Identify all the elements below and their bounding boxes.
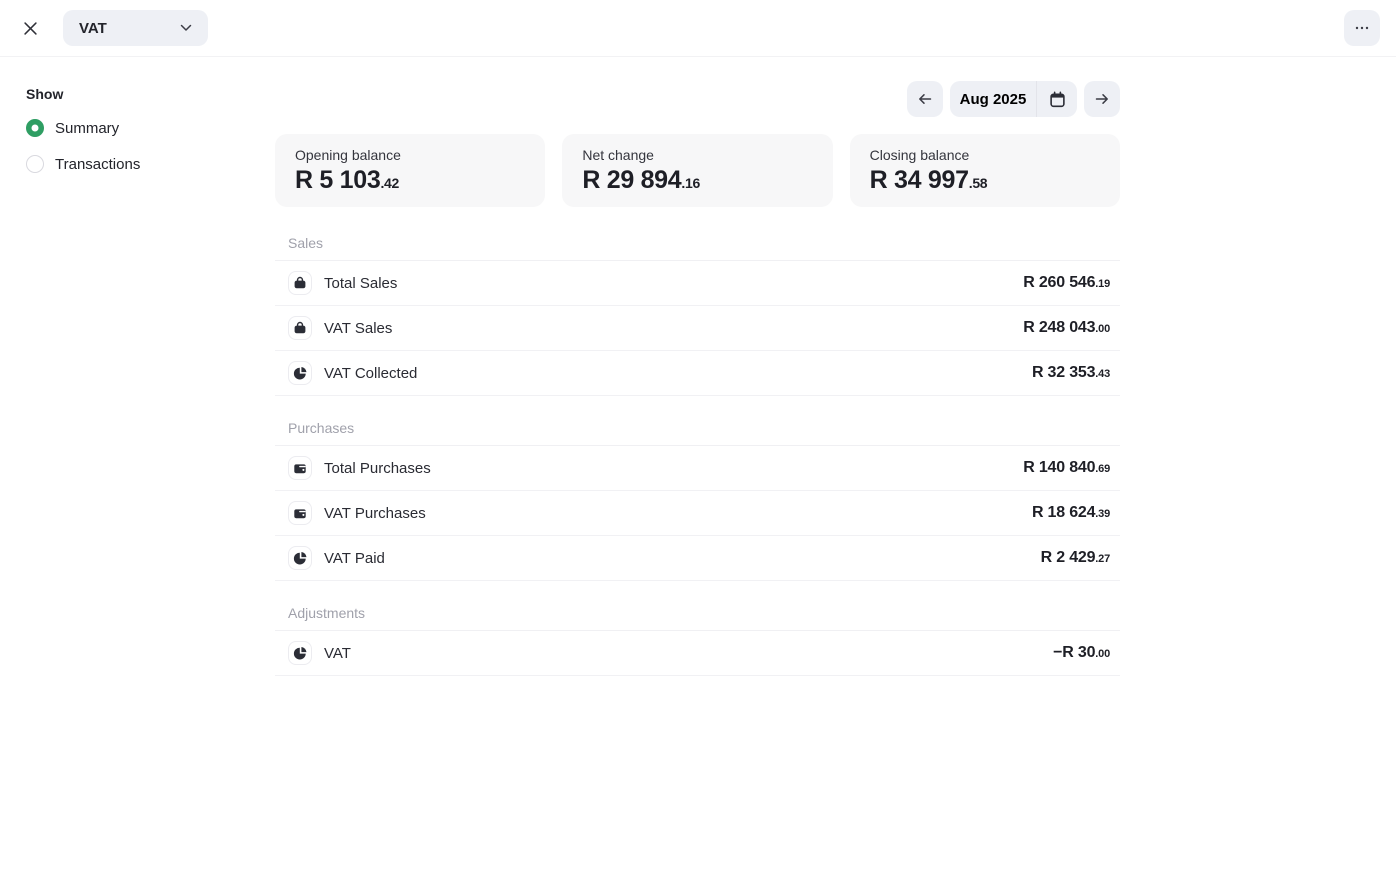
radio-option[interactable]: Summary	[26, 118, 246, 138]
show-label: Show	[26, 86, 246, 102]
report-row: VAT Purchases R 18 624.39	[275, 491, 1120, 536]
balance-card-amount: R 34 997.58	[870, 166, 1100, 195]
month-label: Aug 2025	[950, 91, 1036, 108]
date-navigation: Aug 2025	[275, 81, 1120, 117]
main-content: Aug 2025 Opening balance R 5 103.42	[275, 57, 1120, 676]
vat-report-page: VAT Show Summary Transactions	[0, 0, 1396, 871]
summary-cards: Opening balance R 5 103.42 Net change R …	[275, 134, 1120, 207]
amount-cents: .19	[1095, 278, 1110, 290]
report-section: Sales Total Sales R 260 546.19 VAT Sales…	[275, 235, 1120, 396]
ellipsis-icon	[1355, 26, 1369, 30]
radio-option[interactable]: Transactions	[26, 154, 246, 174]
amount-main: R 140 840	[1023, 459, 1095, 476]
amount-main: −R 30	[1053, 644, 1095, 661]
report-row: Total Purchases R 140 840.69	[275, 446, 1120, 491]
radio-option-label: Summary	[55, 120, 119, 137]
balance-card: Closing balance R 34 997.58	[850, 134, 1120, 207]
radio-option-label: Transactions	[55, 156, 140, 173]
wallet-icon	[288, 501, 312, 525]
amount-main: R 18 624	[1032, 504, 1095, 521]
report-type-dropdown[interactable]: VAT	[63, 10, 208, 46]
section-rows: Total Sales R 260 546.19 VAT Sales R 248…	[275, 261, 1120, 396]
balance-card: Net change R 29 894.16	[562, 134, 832, 207]
month-picker[interactable]: Aug 2025	[950, 81, 1077, 117]
row-label: VAT Sales	[324, 320, 392, 337]
row-label: VAT Purchases	[324, 505, 426, 522]
balance-card-label: Opening balance	[295, 147, 525, 163]
amount-cents: .00	[1095, 648, 1110, 660]
report-section: Purchases Total Purchases R 140 840.69 V…	[275, 420, 1120, 581]
report-sections: Sales Total Sales R 260 546.19 VAT Sales…	[275, 235, 1120, 676]
row-label: VAT	[324, 645, 351, 662]
balance-card-amount: R 5 103.42	[295, 166, 525, 195]
row-label: Total Sales	[324, 275, 397, 292]
balance-card-amount: R 29 894.16	[582, 166, 812, 195]
chevron-down-icon	[180, 24, 192, 32]
wallet-icon	[288, 456, 312, 480]
radio-group: Summary Transactions	[26, 118, 246, 174]
balance-card: Opening balance R 5 103.42	[275, 134, 545, 207]
amount-cents: .69	[1095, 463, 1110, 475]
amount-cents: .58	[969, 175, 988, 191]
amount-cents: .42	[380, 175, 399, 191]
calendar-icon	[1037, 91, 1077, 108]
amount-main: R 248 043	[1023, 319, 1095, 336]
header: VAT	[0, 0, 1396, 57]
report-section: Adjustments VAT −R 30.00	[275, 605, 1120, 676]
row-amount: R 32 353.43	[1032, 364, 1110, 382]
bag-icon	[288, 316, 312, 340]
row-amount: R 2 429.27	[1041, 549, 1110, 567]
amount-cents: .00	[1095, 323, 1110, 335]
amount-cents: .16	[681, 175, 700, 191]
radio-icon	[26, 155, 44, 173]
row-label: Total Purchases	[324, 460, 431, 477]
row-amount: R 260 546.19	[1023, 274, 1110, 292]
section-rows: Total Purchases R 140 840.69 VAT Purchas…	[275, 446, 1120, 581]
radio-icon	[26, 119, 44, 137]
report-row: VAT −R 30.00	[275, 631, 1120, 676]
pie-chart-icon	[288, 546, 312, 570]
row-amount: R 18 624.39	[1032, 504, 1110, 522]
next-month-button[interactable]	[1084, 81, 1120, 117]
report-row: VAT Sales R 248 043.00	[275, 306, 1120, 351]
amount-cents: .27	[1095, 553, 1110, 565]
row-amount: R 248 043.00	[1023, 319, 1110, 337]
row-label: VAT Collected	[324, 365, 417, 382]
arrow-left-icon	[917, 92, 933, 106]
previous-month-button[interactable]	[907, 81, 943, 117]
show-filter-panel: Show Summary Transactions	[26, 86, 246, 174]
amount-main: R 5 103	[295, 166, 380, 194]
close-icon	[24, 22, 37, 35]
amount-main: R 2 429	[1041, 549, 1096, 566]
amount-main: R 29 894	[582, 166, 681, 194]
amount-cents: .39	[1095, 508, 1110, 520]
row-amount: R 140 840.69	[1023, 459, 1110, 477]
more-options-button[interactable]	[1344, 10, 1380, 46]
row-label: VAT Paid	[324, 550, 385, 567]
pie-chart-icon	[288, 641, 312, 665]
balance-card-label: Closing balance	[870, 147, 1100, 163]
close-button[interactable]	[12, 10, 48, 46]
row-amount: −R 30.00	[1053, 644, 1110, 662]
balance-card-label: Net change	[582, 147, 812, 163]
arrow-right-icon	[1094, 92, 1110, 106]
report-type-label: VAT	[79, 20, 107, 37]
amount-main: R 260 546	[1023, 274, 1095, 291]
section-title: Sales	[275, 235, 1120, 261]
report-row: VAT Collected R 32 353.43	[275, 351, 1120, 396]
amount-main: R 32 353	[1032, 364, 1095, 381]
bag-icon	[288, 271, 312, 295]
pie-chart-icon	[288, 361, 312, 385]
section-rows: VAT −R 30.00	[275, 631, 1120, 676]
amount-main: R 34 997	[870, 166, 969, 194]
section-title: Purchases	[275, 420, 1120, 446]
report-row: VAT Paid R 2 429.27	[275, 536, 1120, 581]
amount-cents: .43	[1095, 368, 1110, 380]
section-title: Adjustments	[275, 605, 1120, 631]
report-row: Total Sales R 260 546.19	[275, 261, 1120, 306]
